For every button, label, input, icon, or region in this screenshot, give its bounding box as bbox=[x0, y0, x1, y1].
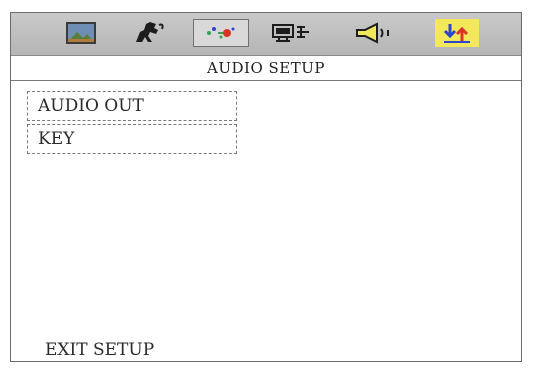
exit-setup-button[interactable]: EXIT SETUP bbox=[45, 339, 154, 361]
tab-picture[interactable] bbox=[59, 19, 103, 47]
horse-icon bbox=[136, 22, 164, 42]
tab-audio[interactable] bbox=[193, 19, 249, 47]
tab-icon-bar bbox=[11, 13, 521, 56]
tab-exit[interactable] bbox=[435, 19, 479, 47]
menu-item-audio-out[interactable]: AUDIO OUT bbox=[27, 91, 237, 121]
tab-speaker[interactable] bbox=[351, 19, 395, 47]
tab-display[interactable] bbox=[269, 19, 313, 47]
menu-item-key[interactable]: KEY bbox=[27, 124, 237, 154]
exit-arrows-icon bbox=[443, 24, 470, 43]
display-icon bbox=[272, 24, 309, 42]
tab-horse[interactable] bbox=[127, 19, 171, 47]
picture-icon bbox=[66, 22, 96, 44]
speaker-icon bbox=[356, 22, 389, 44]
osd-window: AUDIO SETUP AUDIO OUT KEY EXIT SETUP bbox=[10, 12, 522, 362]
audio-settings-icon bbox=[207, 27, 235, 39]
page-title: AUDIO SETUP bbox=[11, 56, 521, 81]
